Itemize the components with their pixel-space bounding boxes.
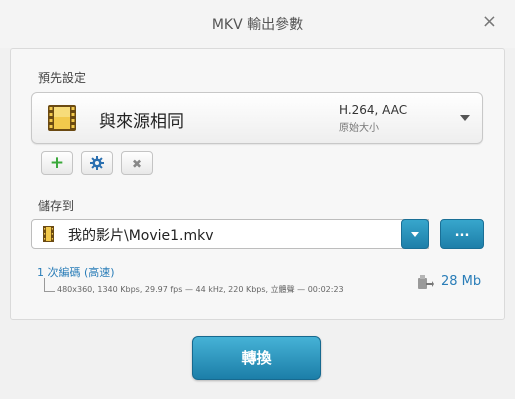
preset-dropdown[interactable]: 與來源相同 H.264, AAC 原始大小 bbox=[31, 92, 483, 144]
browse-button[interactable]: ... bbox=[440, 219, 484, 249]
preset-section-label: 預先設定 bbox=[38, 71, 87, 85]
preset-codec: H.264, AAC bbox=[339, 103, 408, 117]
close-icon: ✖ bbox=[131, 157, 143, 171]
save-path-field[interactable]: 我的影片\Movie1.mkv bbox=[31, 219, 429, 249]
file-size: 28 Mb bbox=[441, 274, 482, 289]
film-icon bbox=[48, 105, 76, 131]
tree-connector bbox=[44, 278, 55, 292]
file-size-icon bbox=[418, 275, 434, 289]
window-title: MKV 輸出參數 bbox=[211, 17, 304, 33]
delete-preset-button[interactable]: ✖ bbox=[121, 151, 153, 175]
video-file-icon bbox=[43, 226, 54, 242]
encoding-details: 480x360, 1340 Kbps, 29.97 fps — 44 kHz, … bbox=[57, 285, 344, 294]
plus-icon: + bbox=[49, 153, 65, 173]
close-icon[interactable]: × bbox=[482, 12, 497, 32]
chevron-down-icon bbox=[460, 115, 470, 121]
edit-preset-button[interactable] bbox=[81, 151, 113, 175]
save-section-label: 儲存到 bbox=[38, 199, 75, 213]
path-history-dropdown[interactable] bbox=[401, 219, 429, 249]
add-preset-button[interactable]: + bbox=[41, 151, 73, 175]
settings-panel: 預先設定 與來源相同 H.264, AAC 原始大小 + ✖ 儲存到 我的影片\… bbox=[10, 48, 505, 320]
preset-size-label: 原始大小 bbox=[339, 123, 379, 134]
chevron-down-icon bbox=[411, 232, 419, 237]
title-bar: MKV 輸出參數 × bbox=[0, 0, 515, 48]
convert-button[interactable]: 轉換 bbox=[192, 336, 321, 380]
save-path-text: 我的影片\Movie1.mkv bbox=[68, 228, 214, 244]
gear-icon bbox=[90, 156, 104, 170]
preset-name: 與來源相同 bbox=[99, 112, 184, 132]
